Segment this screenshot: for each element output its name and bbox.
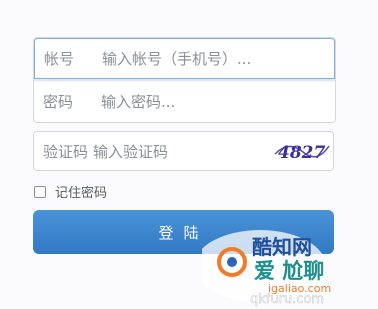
captcha-field[interactable]: 验证码 输入验证码 4827 <box>33 131 334 171</box>
captcha-input-placeholder[interactable]: 输入验证码 <box>93 141 168 162</box>
password-field[interactable]: 密码 输入密码... <box>34 80 335 121</box>
account-label: 帐号 <box>44 50 75 68</box>
account-field[interactable]: 帐号 输入帐号（手机号）... <box>34 38 335 79</box>
password-input-placeholder[interactable]: 输入密码... <box>101 91 175 112</box>
remember-checkbox[interactable] <box>34 185 46 198</box>
login-screen: 帐号 输入帐号（手机号）... 密码 输入密码... 验证码 输入验证码 482… <box>0 0 378 309</box>
watermark-text-2: 爱 尬聊 <box>254 259 324 283</box>
remember-password[interactable]: 记住密码 <box>34 182 107 201</box>
password-label: 密码 <box>43 92 74 111</box>
captcha-code: 4827 <box>278 143 325 163</box>
captcha-image[interactable]: 4827 <box>273 136 331 166</box>
watermark-url: igaliao.com <box>268 282 331 295</box>
captcha-label: 验证码 <box>43 142 89 161</box>
login-button-label: 登陆 <box>158 223 209 242</box>
watermark-text-3: qkfuru.com <box>250 292 324 307</box>
login-button[interactable]: 登陆 <box>33 210 334 254</box>
remember-label: 记住密码 <box>55 186 108 201</box>
credentials-group: 帐号 输入帐号（手机号）... 密码 输入密码... <box>33 37 336 123</box>
account-input-placeholder[interactable]: 输入帐号（手机号）... <box>102 48 251 69</box>
